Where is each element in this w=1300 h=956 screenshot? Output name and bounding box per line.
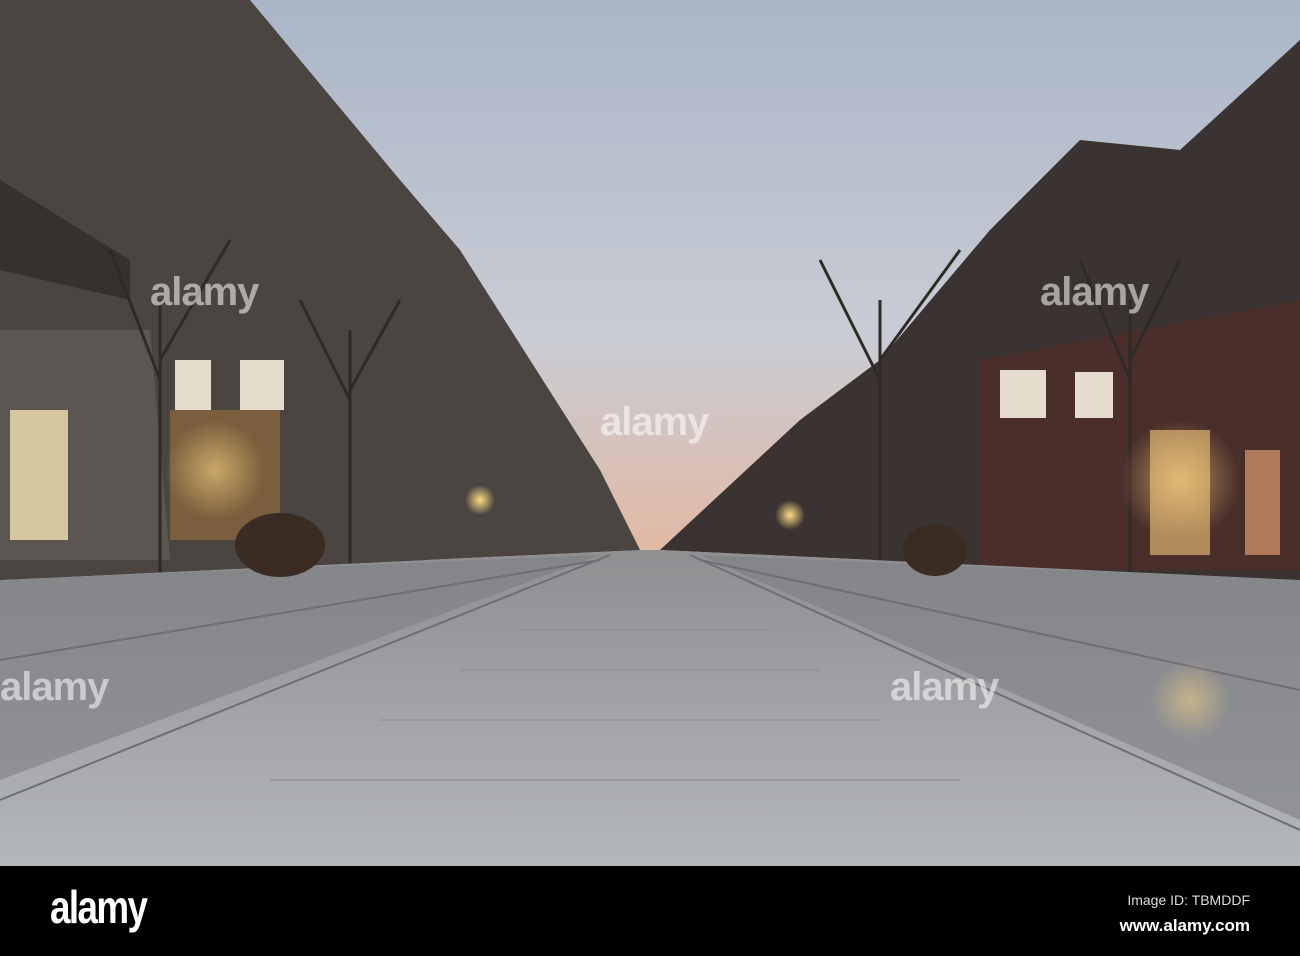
footer-bar: alamy Image ID: TBMDDF www.alamy.com: [0, 866, 1300, 956]
alamy-logo: alamy: [50, 881, 148, 933]
watermark: alamy: [150, 270, 259, 314]
watermark: alamy: [890, 665, 999, 709]
image-id: Image ID: TBMDDF: [1127, 892, 1250, 908]
watermark: alamy: [1040, 270, 1149, 314]
watermark: alamy: [600, 400, 709, 444]
watermark: alamy: [0, 665, 109, 709]
website-link[interactable]: www.alamy.com: [1120, 916, 1250, 936]
